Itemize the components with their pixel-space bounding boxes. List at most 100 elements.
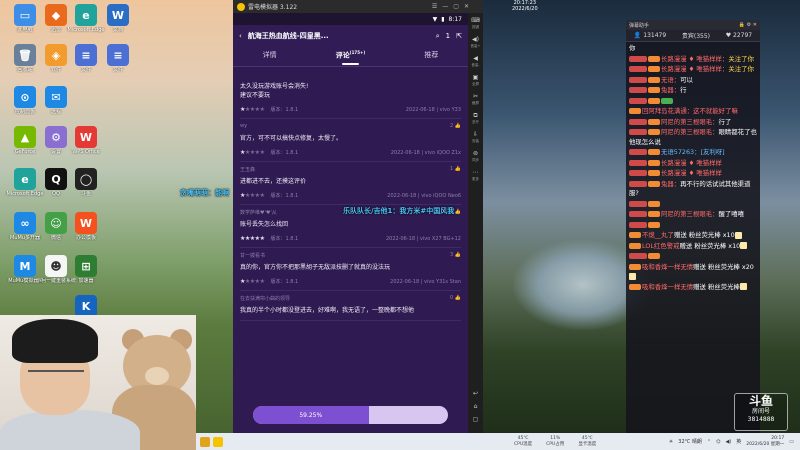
- emulator-tool-button[interactable]: ✂ 截屏: [470, 93, 482, 107]
- comment-item[interactable]: 在去扶满帘小曲的领导 0 👍 我真的半个小时都没登进去，好难啊，我无语了，一整晚都不…: [240, 291, 461, 321]
- comment-username[interactable]: 在去扶满帘小曲的领导: [240, 295, 290, 303]
- desktop-icon[interactable]: ✉ 远程: [36, 86, 76, 115]
- wifi-icon: ▼: [432, 15, 438, 23]
- desktop-icon-label: 远程: [50, 109, 61, 115]
- comment-item[interactable]: wy 2 👍 官方，可不可以搞快点修复，太慢了。 ★★★★★ 版本：1.8.1 2022-…: [240, 119, 461, 162]
- chat-message: 阿尼的第三根眼毛：行了: [629, 118, 757, 128]
- taskbar-app-icon[interactable]: [200, 436, 210, 447]
- watermark-room-number: 3814888: [747, 416, 775, 423]
- desktop-icon[interactable]: ≡ 文件: [98, 44, 138, 73]
- tab-0[interactable]: 详情: [263, 50, 277, 63]
- share-icon[interactable]: ⇱: [456, 32, 462, 40]
- comment-device: 2022-06-18 | vivo X27 BG+12: [385, 235, 461, 242]
- emulator-tool-button[interactable]: ▣ 全屏: [470, 74, 482, 88]
- download-progress-bar[interactable]: 59.25%: [253, 406, 448, 424]
- chat-username[interactable]: 吸和香烽一样无情: [642, 283, 693, 291]
- chat-username[interactable]: 阿尼的第三根眼毛：: [661, 118, 719, 126]
- chat-username[interactable]: 阿尼的第三根眼毛：: [661, 210, 719, 218]
- star-icon: ★: [259, 106, 265, 113]
- chat-message: 不熄__丸了赠送 粉丝荧光棒 x10: [629, 231, 757, 241]
- emulator-tool-button[interactable]: ◀ 音量-: [470, 55, 482, 69]
- rating-stars: ★★★★★: [240, 192, 265, 199]
- desktop-icon[interactable]: W WPS Office: [66, 126, 106, 155]
- desktop-icon[interactable]: ⊞ 加速器: [66, 255, 106, 284]
- network-icon[interactable]: ⌬: [716, 439, 720, 445]
- android-nav-icon[interactable]: ↩: [470, 390, 482, 397]
- back-arrow-icon[interactable]: ‹: [239, 32, 242, 40]
- heart-icon: ♥: [725, 32, 734, 39]
- emulator-menu-icon[interactable]: ☰: [432, 3, 437, 10]
- emulator-tool-button[interactable]: ⧉ 多开: [470, 112, 482, 126]
- emulator-tool-button[interactable]: ⊚ 同步: [470, 150, 482, 164]
- chat-header-title: 弹幕助手: [629, 22, 650, 29]
- chat-username[interactable]: 兔器：: [661, 180, 680, 188]
- android-screen: ▼ ▮ 8:17 ‹ 航海王热血航线-四皇黑... ⌕ 1 ⇱ 详情 评论(175…: [233, 13, 468, 433]
- user-badge-icon: [629, 200, 647, 207]
- emulator-close-icon[interactable]: ✕: [464, 3, 469, 10]
- emulator-minimize-icon[interactable]: —: [442, 3, 448, 10]
- like-button[interactable]: 0 👍: [450, 295, 461, 303]
- chat-username[interactable]: 无语：: [661, 76, 680, 84]
- emulator-tool-button[interactable]: ⋯ 更多: [470, 169, 482, 183]
- desktop-app-icon: ∞: [14, 212, 36, 234]
- emulator-window-title: 雷电模拟器 3.122: [248, 4, 298, 11]
- desktop-app-icon: ◆: [45, 4, 67, 26]
- comment-username[interactable]: 王玉森: [240, 166, 255, 174]
- comment-username[interactable]: 甘一拨看书: [240, 252, 265, 260]
- tray-chevron-icon[interactable]: ⌃: [707, 439, 711, 445]
- weather-text[interactable]: 32℃ 晴朗: [678, 438, 702, 445]
- chat-header-controls[interactable]: 🔒 ⚙ ✕: [739, 22, 757, 28]
- chat-message: LOL红色警戒赠送 粉丝荧光棒 x10: [629, 242, 757, 252]
- like-button[interactable]: 2 👍: [450, 123, 461, 131]
- system-metric: 45℃ 显卡温度: [578, 436, 596, 448]
- comment-item[interactable]: 太久没玩游戏账号会消失! 建议不要玩 ★★★★★ 版本：1.8.1 2022-06-1…: [240, 67, 461, 119]
- chat-username[interactable]: 回阿拜岛花满通：: [642, 107, 693, 115]
- desktop-icon[interactable]: ◯ 斗鱼: [66, 168, 106, 197]
- chat-username[interactable]: 无语57263：: [661, 148, 701, 156]
- chat-message: 长路漫漫 ♦ 唯猫样样：关注了你: [629, 65, 757, 75]
- user-badge-icon: [629, 232, 641, 238]
- chat-username[interactable]: LOL红色警戒: [642, 242, 680, 250]
- emulator-maximize-icon[interactable]: ▢: [453, 3, 459, 10]
- chat-username[interactable]: 长路漫漫 ♦ 唯猫样样：: [661, 55, 728, 63]
- android-nav-icon[interactable]: ▢: [470, 416, 482, 423]
- like-button[interactable]: 3 👍: [450, 252, 461, 260]
- emulator-tool-button[interactable]: ⇩ 安装: [470, 131, 482, 145]
- volume-icon[interactable]: ◀): [725, 439, 731, 445]
- chat-header: 弹幕助手 🔒 ⚙ ✕: [626, 20, 760, 30]
- emulator-tool-button[interactable]: ◀) 音量+: [470, 36, 482, 50]
- comment-item[interactable]: 甘一拨看书 3 👍 真的你，官方你不把那黑胡子无敌派技删了就真的没法玩 ★★★★★ 版本…: [240, 248, 461, 291]
- desktop-app-icon: e: [75, 4, 97, 26]
- taskbar-app-icon[interactable]: [213, 436, 223, 447]
- search-icon[interactable]: ⌕: [436, 32, 440, 41]
- chat-username[interactable]: 兔器：: [661, 86, 680, 94]
- desktop-icon[interactable]: W 办公模板: [66, 212, 106, 241]
- chat-message: 长路漫漫 ♦ 唯猫样样: [629, 169, 757, 179]
- comment-version: 版本：1.8.1: [270, 279, 299, 285]
- comment-header: 在去扶满帘小曲的领导 0 👍: [240, 295, 461, 303]
- chat-username[interactable]: 吸和香烽一样无情: [642, 263, 693, 271]
- chat-username[interactable]: 长路漫漫 ♦ 唯猫样样：: [661, 65, 728, 73]
- comment-item[interactable]: 王玉森 1 👍 进都进不去，还摸这评价 ★★★★★ 版本：1.8.1 2022-06-18…: [240, 162, 461, 205]
- tab-2[interactable]: 推荐: [424, 50, 438, 63]
- notification-icon[interactable]: ▭: [789, 439, 794, 445]
- chat-username[interactable]: 长路漫漫 ♦ 唯猫样样: [661, 169, 722, 177]
- comment-username[interactable]: 数学萨维♥'♥'从: [240, 209, 277, 217]
- chat-username[interactable]: 阿尼的第三根眼毛：: [661, 128, 719, 136]
- user-badge-icon: [629, 76, 647, 83]
- emulator-tool-button[interactable]: ⌨ 按键: [470, 17, 482, 31]
- input-language[interactable]: 英: [736, 438, 741, 445]
- desktop-icon[interactable]: W 文档: [98, 4, 138, 33]
- danmu-comment: 乐队队长/吉他1：我方米#中国风我: [343, 207, 455, 215]
- user-badge-icon: [629, 159, 647, 166]
- comment-username[interactable]: wy: [240, 123, 247, 131]
- tab-1[interactable]: 评论(175+): [336, 50, 365, 66]
- taskbar-date: 2022/6/20 星期一: [746, 441, 785, 447]
- android-nav-icon[interactable]: ⌂: [470, 403, 482, 410]
- chat-stat: 👤 131479: [634, 32, 666, 39]
- chat-username[interactable]: 不熄__丸了: [642, 231, 674, 239]
- user-badge-icon: [648, 253, 660, 259]
- like-button[interactable]: 1 👍: [450, 166, 461, 174]
- taskbar-clock[interactable]: 20:17 2022/6/20 星期一: [746, 436, 784, 448]
- chat-username[interactable]: 长路漫漫 ♦ 唯猫样样: [661, 159, 722, 167]
